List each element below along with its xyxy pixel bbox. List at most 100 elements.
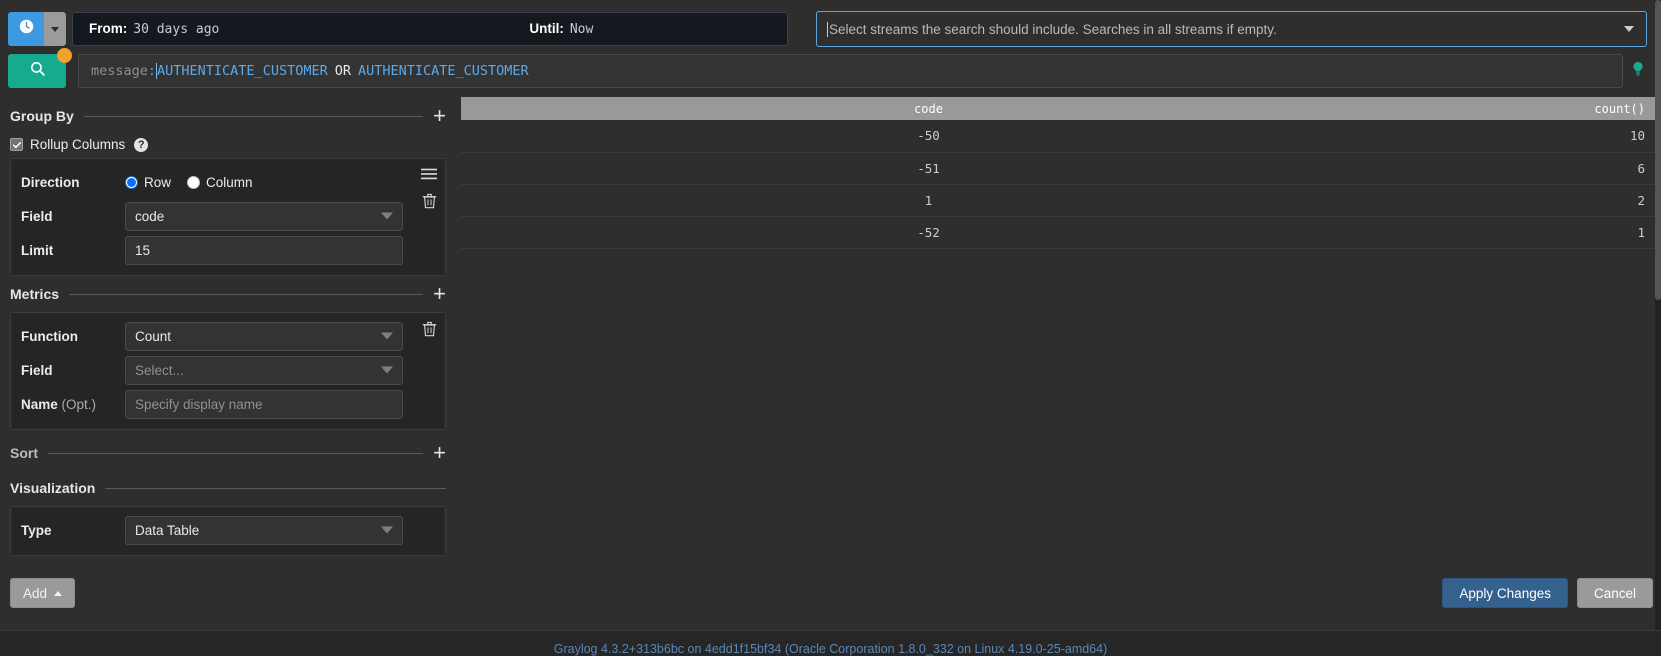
query-hint-button[interactable] xyxy=(1623,60,1653,83)
timerange-display[interactable]: From: 30 days ago Until: Now xyxy=(72,12,788,46)
add-metric-button[interactable]: + xyxy=(433,283,446,305)
group-by-field-select[interactable]: code xyxy=(125,201,403,231)
widget-edit-actions: Apply Changes Cancel xyxy=(1442,578,1653,608)
divider xyxy=(83,115,424,117)
metrics-card-actions xyxy=(422,321,437,337)
group-by-title: Group By xyxy=(10,108,74,124)
cell-count: 10 xyxy=(1396,120,1655,153)
cell-code: -51 xyxy=(461,152,1396,185)
cell-code: 1 xyxy=(461,184,1396,217)
apply-changes-button[interactable]: Apply Changes xyxy=(1442,578,1568,608)
direction-radio-group: Row Column xyxy=(125,175,403,190)
divider xyxy=(48,452,424,454)
group-by-section-header: Group By + xyxy=(10,104,446,128)
rollup-columns-label: Rollup Columns xyxy=(30,137,126,152)
timerange-from: From: 30 days ago xyxy=(89,21,219,37)
metrics-section-header: Metrics + xyxy=(10,282,446,306)
page-scrollbar-thumb[interactable] xyxy=(1655,0,1661,300)
query-bar: message: AUTHENTICATE_CUSTOMER OR AUTHENTIC… xyxy=(0,48,1661,92)
cell-count: 2 xyxy=(1396,184,1655,217)
metric-name-placeholder: Specify display name xyxy=(135,396,263,412)
query-operator: OR xyxy=(334,63,351,79)
group-by-field-label: Field xyxy=(21,208,53,224)
table-row[interactable]: -50 10 xyxy=(461,120,1655,153)
stream-selector[interactable]: Select streams the search should include… xyxy=(816,11,1647,47)
group-by-card-actions xyxy=(421,167,437,209)
metric-name-label-text: Name xyxy=(21,396,58,412)
add-button-label: Add xyxy=(23,585,48,601)
data-table: code count() -50 10 -51 6 1 2 -52 1 xyxy=(461,97,1655,249)
group-by-limit-row: Limit 15 xyxy=(21,235,403,265)
timerange-until-value: Now xyxy=(569,22,594,37)
cell-code: -52 xyxy=(461,216,1396,249)
page-scrollbar-track[interactable] xyxy=(1655,0,1661,630)
group-by-limit-value: 15 xyxy=(135,242,151,258)
query-value-second: AUTHENTICATE_CUSTOMER xyxy=(357,63,529,79)
metric-name-label: Name (Opt.) xyxy=(21,397,125,412)
direction-radio-row[interactable] xyxy=(125,175,138,189)
group-by-field-value: code xyxy=(135,208,165,224)
direction-row: Direction Row Column xyxy=(21,167,403,197)
group-by-card: Direction Row Column Field code Limit 15 xyxy=(10,158,446,276)
visualization-type-value: Data Table xyxy=(135,522,200,538)
timerange-clock-button[interactable] xyxy=(8,12,44,46)
chevron-down-icon xyxy=(381,526,393,534)
column-header-code[interactable]: code xyxy=(461,97,1396,120)
direction-label: Direction xyxy=(21,174,80,190)
direction-option-row-label: Row xyxy=(144,174,172,190)
delete-group-by-icon[interactable] xyxy=(422,193,437,209)
chevron-down-icon[interactable] xyxy=(1624,26,1634,32)
visualization-type-select[interactable]: Data Table xyxy=(125,515,403,545)
table-row[interactable]: -52 1 xyxy=(461,216,1655,249)
metric-function-select[interactable]: Count xyxy=(125,321,403,351)
timerange-from-value: 30 days ago xyxy=(133,22,220,37)
visualization-title: Visualization xyxy=(10,480,96,496)
query-input[interactable]: message: AUTHENTICATE_CUSTOMER OR AUTHENTIC… xyxy=(78,54,1623,88)
group-by-limit-label: Limit xyxy=(21,242,54,258)
graylog-search-page: From: 30 days ago Until: Now Select stre… xyxy=(0,0,1661,656)
divider xyxy=(69,293,424,295)
divider xyxy=(105,487,446,489)
table-row[interactable]: 1 2 xyxy=(461,184,1655,217)
group-by-field-row: Field code xyxy=(21,201,403,231)
magnifier-icon xyxy=(29,60,46,82)
direction-radio-column[interactable] xyxy=(187,175,201,189)
visualization-card: Type Data Table xyxy=(10,506,446,556)
metric-field-placeholder: Select... xyxy=(135,362,184,378)
app-footer: Graylog 4.3.2+313b6bc on 4edd1f15bf34 (O… xyxy=(0,630,1661,656)
metric-field-select[interactable]: Select... xyxy=(125,355,403,385)
column-header-count[interactable]: count() xyxy=(1396,97,1655,120)
unsaved-changes-indicator xyxy=(57,48,72,63)
metric-function-label: Function xyxy=(21,328,78,344)
table-row[interactable]: -51 6 xyxy=(461,152,1655,185)
metrics-title: Metrics xyxy=(10,286,60,302)
add-sort-button[interactable]: + xyxy=(433,442,446,464)
visualization-type-label: Type xyxy=(21,522,52,538)
group-by-limit-input[interactable]: 15 xyxy=(125,235,403,265)
timerange-dropdown-toggle[interactable] xyxy=(44,12,66,46)
metric-name-row: Name (Opt.) Specify display name xyxy=(21,389,403,419)
drag-handle-icon[interactable] xyxy=(421,167,437,181)
timerange-from-label: From: xyxy=(89,21,128,36)
sort-title: Sort xyxy=(10,445,38,461)
rollup-columns-checkbox[interactable] xyxy=(10,138,23,151)
results-data-table: code count() -50 10 -51 6 1 2 -52 1 xyxy=(461,97,1655,537)
delete-metric-icon[interactable] xyxy=(422,321,437,337)
chevron-down-icon xyxy=(51,26,59,32)
visualization-type-row: Type Data Table xyxy=(21,515,435,545)
metric-name-optional-text: (Opt.) xyxy=(57,396,97,412)
visualization-section-header: Visualization xyxy=(10,476,446,500)
metric-field-label: Field xyxy=(21,362,53,378)
metric-name-input[interactable]: Specify display name xyxy=(125,389,403,419)
cancel-button[interactable]: Cancel xyxy=(1576,578,1653,608)
chevron-down-icon xyxy=(381,212,393,220)
add-button[interactable]: Add xyxy=(10,578,76,608)
metrics-card: Function Count Field Select... Name (Opt… xyxy=(10,312,446,430)
query-field-prefix: message: xyxy=(91,63,157,79)
search-bar: From: 30 days ago Until: Now Select stre… xyxy=(0,0,1661,50)
timerange-picker-group xyxy=(8,12,66,46)
help-circle-icon[interactable]: ? xyxy=(134,137,149,152)
table-header-row: code count() xyxy=(461,97,1655,120)
stream-selector-placeholder: Select streams the search should include… xyxy=(829,21,1277,37)
add-group-by-button[interactable]: + xyxy=(433,105,446,127)
